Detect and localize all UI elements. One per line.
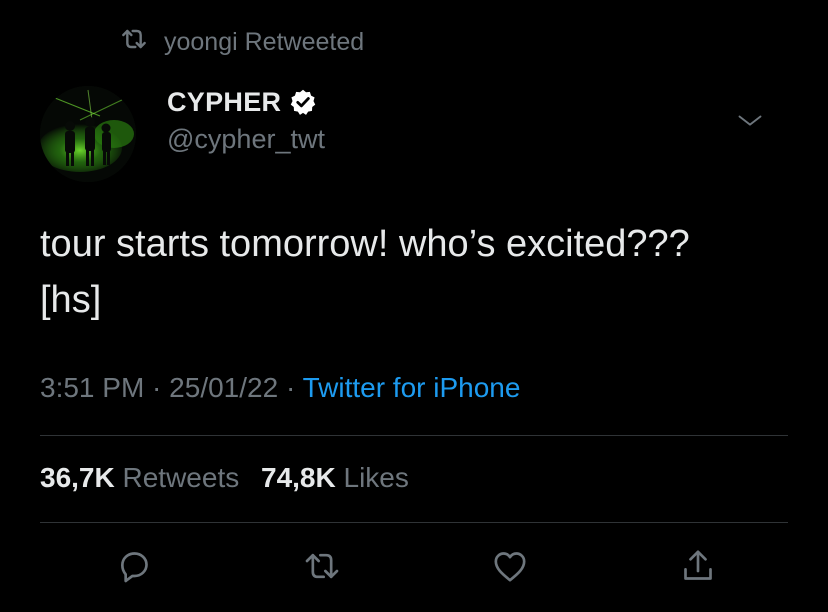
share-button[interactable] (676, 544, 720, 588)
tweet-time[interactable]: 3:51 PM (40, 372, 144, 403)
like-button[interactable] (488, 544, 532, 588)
author-name-row[interactable]: CYPHER (167, 84, 317, 120)
tweet-date[interactable]: 25/01/22 (169, 372, 278, 403)
tweet-meta: 3:51 PM · 25/01/22 · Twitter for iPhone (40, 372, 520, 404)
tweet-text: tour starts tomorrow! who’s excited??? [… (40, 223, 690, 321)
chevron-down-icon[interactable] (736, 106, 764, 134)
author-display-name[interactable]: CYPHER (167, 87, 281, 118)
avatar[interactable] (40, 86, 136, 182)
retweet-button[interactable] (300, 544, 344, 588)
retweet-icon (305, 553, 339, 579)
share-icon (684, 550, 712, 580)
meta-separator: · (144, 372, 170, 403)
retweet-context-text: yoongi Retweeted (164, 27, 365, 56)
tweet-source-link[interactable]: Twitter for iPhone (303, 372, 521, 403)
tweet-detail-view: yoongi Retweeted CYPHER @cypher_twt tour… (0, 0, 828, 612)
author-handle[interactable]: @cypher_twt (167, 124, 325, 155)
reply-button[interactable] (112, 544, 156, 588)
divider (40, 435, 788, 436)
likes-label[interactable]: Likes (344, 462, 409, 493)
retweet-context[interactable]: yoongi Retweeted (118, 26, 364, 58)
tweet-stats: 36,7K Retweets 74,8K Likes (40, 462, 409, 494)
retweet-context-icon (118, 23, 150, 62)
verified-badge-icon (289, 88, 317, 116)
retweets-count[interactable]: 36,7K (40, 462, 115, 493)
like-icon (494, 552, 526, 582)
reply-icon (121, 552, 148, 583)
meta-separator: · (278, 372, 303, 403)
likes-count[interactable]: 74,8K (261, 462, 336, 493)
retweets-label[interactable]: Retweets (123, 462, 240, 493)
divider (40, 522, 788, 523)
